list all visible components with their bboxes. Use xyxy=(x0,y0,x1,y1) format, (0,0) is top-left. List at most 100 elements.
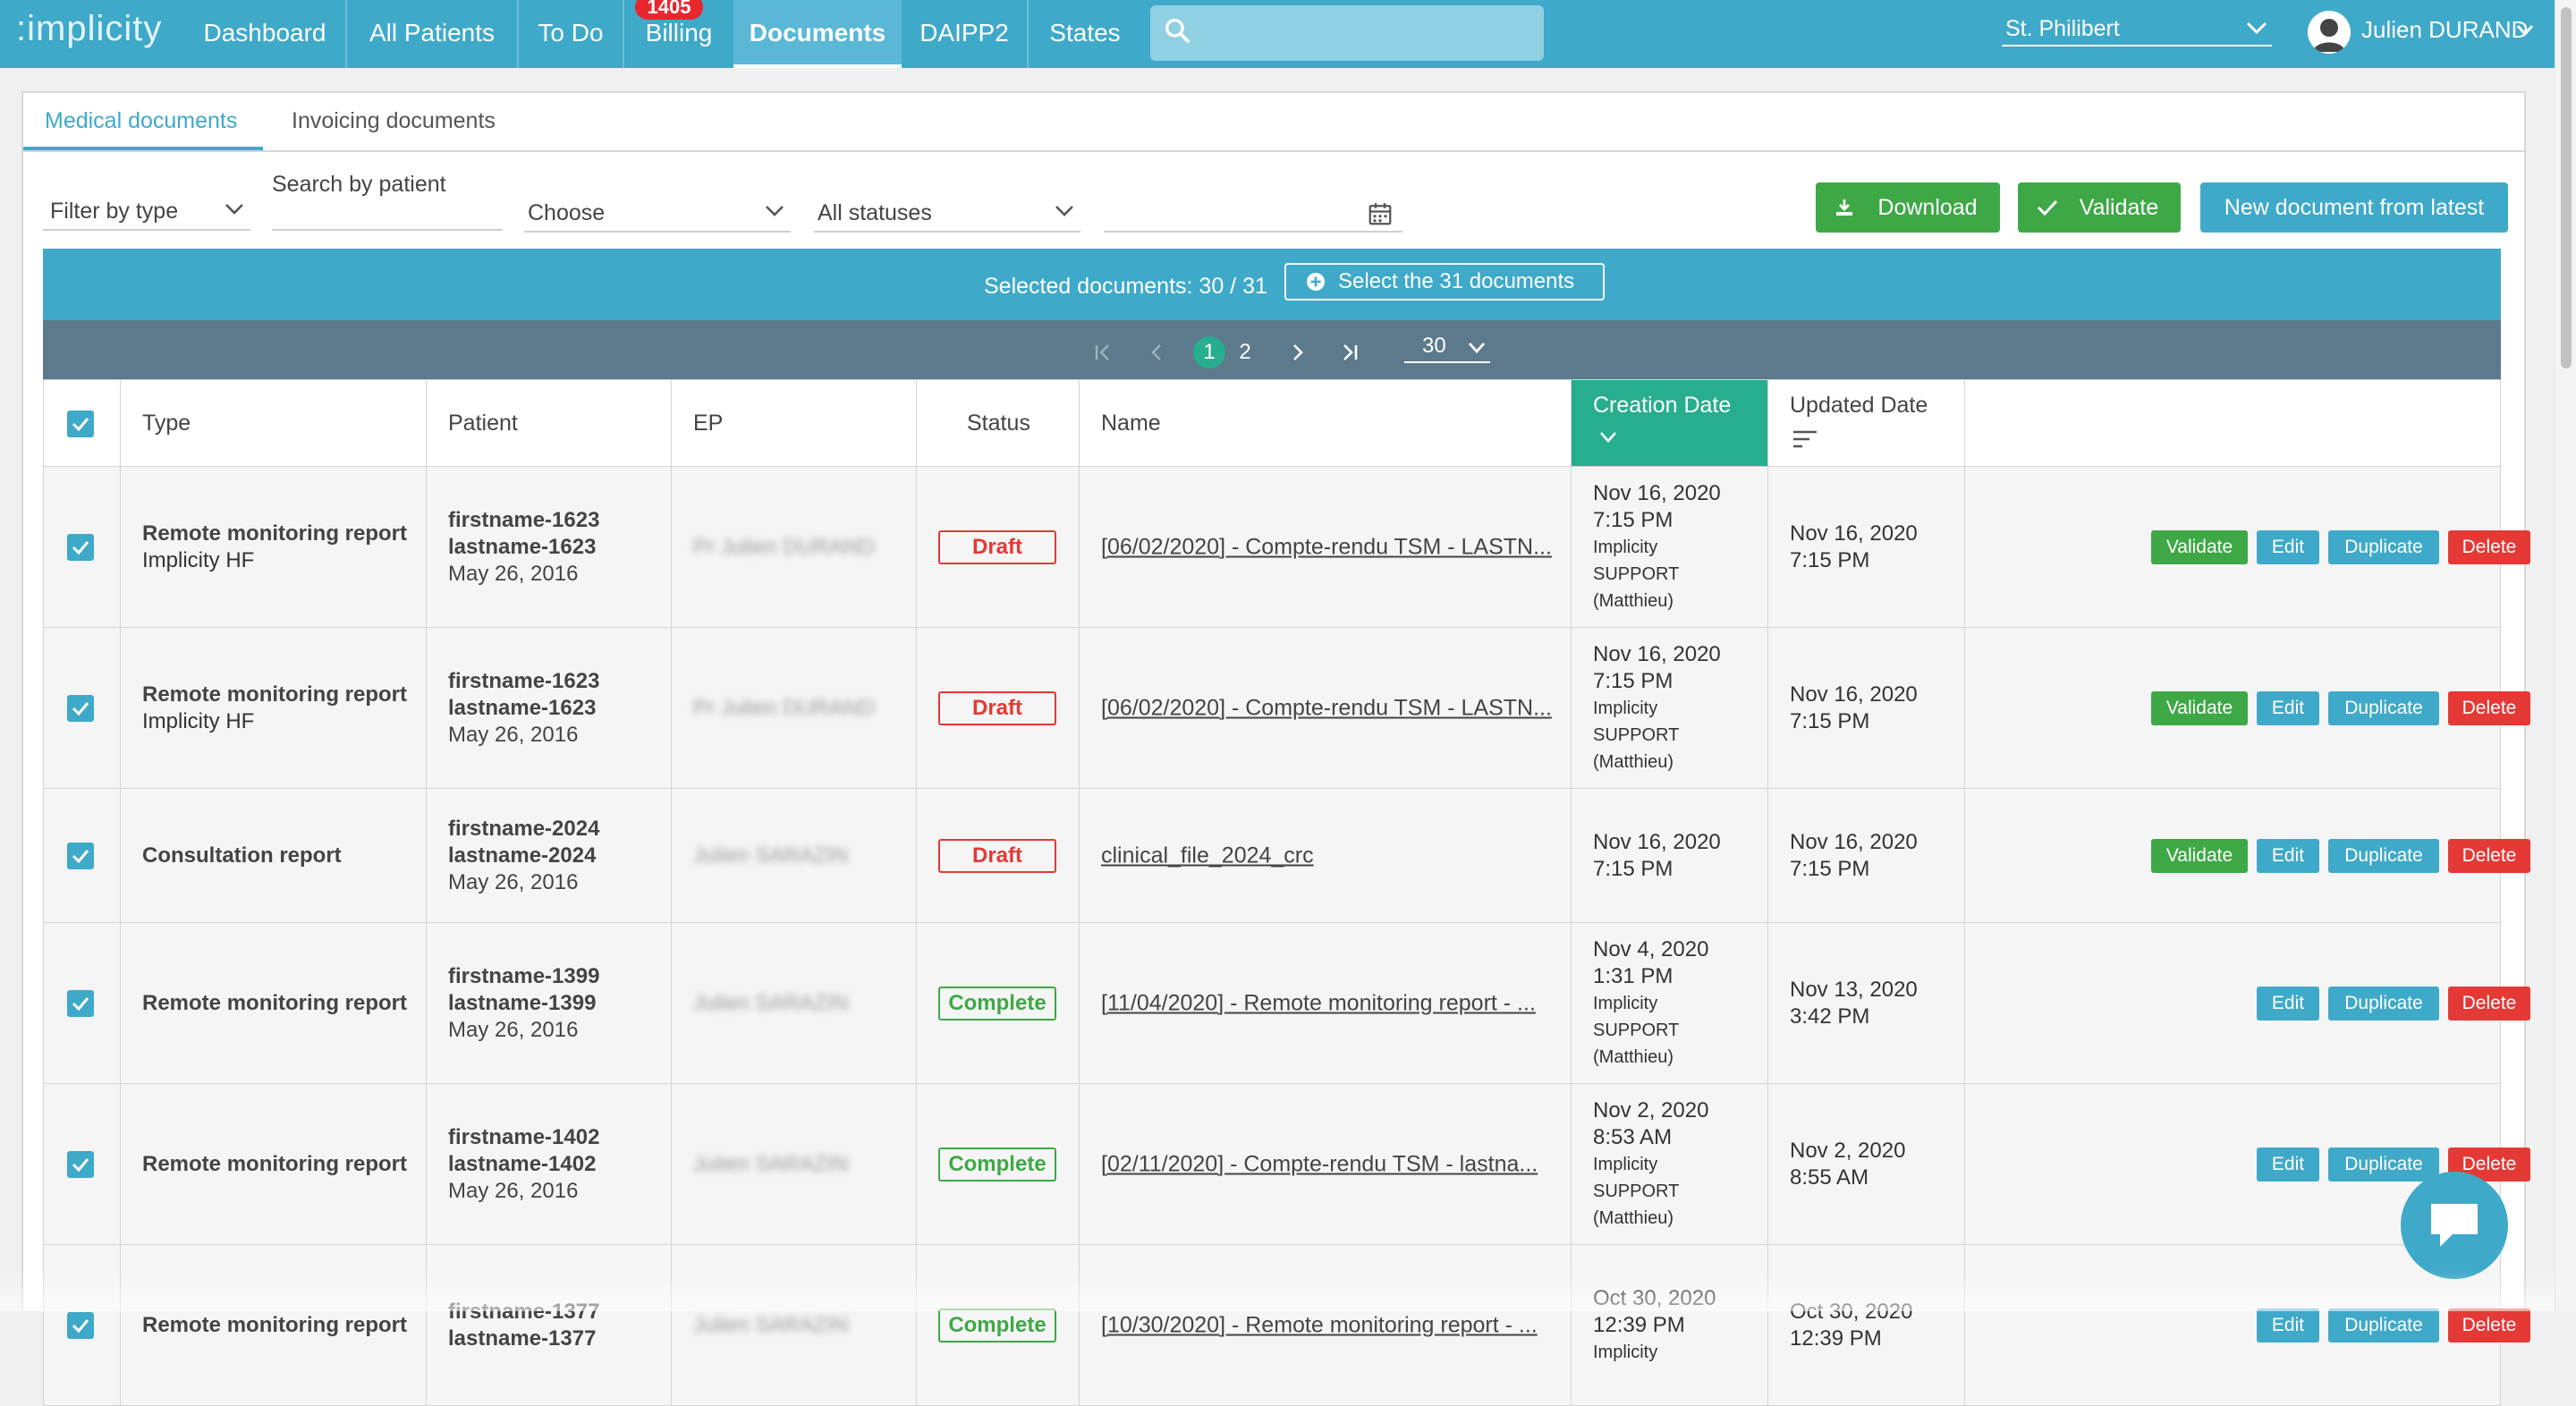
status-badge: Complete xyxy=(938,986,1056,1021)
row-duplicate-button[interactable]: Duplicate xyxy=(2328,529,2439,564)
row-delete-button[interactable]: Delete xyxy=(2448,986,2530,1021)
row-checkbox[interactable] xyxy=(67,989,94,1017)
row-actions-cell: Validate Edit Duplicate Delete xyxy=(1965,789,2530,922)
nav-dashboard[interactable]: Dashboard xyxy=(184,0,345,68)
chevron-down-icon[interactable] xyxy=(2515,23,2535,38)
header-patient[interactable]: Patient xyxy=(427,380,672,466)
header-creation-date[interactable]: Creation Date xyxy=(1572,380,1768,466)
header-ep[interactable]: EP xyxy=(672,380,917,466)
app-logo[interactable]: :implicity xyxy=(16,9,162,49)
row-delete-button[interactable]: Delete xyxy=(2448,838,2530,873)
row-delete-button[interactable]: Delete xyxy=(2448,1308,2530,1342)
patient-firstname[interactable]: firstname-1402 xyxy=(448,1124,599,1151)
download-icon xyxy=(1836,199,1852,216)
patient-lastname[interactable]: lastname-1623 xyxy=(448,534,599,561)
calendar-icon[interactable] xyxy=(1367,200,1394,227)
type-cell: Remote monitoring report Implicity HF xyxy=(121,628,427,788)
site-select[interactable]: St. Philibert xyxy=(2002,11,2272,47)
updated-date: Nov 16, 2020 xyxy=(1790,682,1918,707)
row-duplicate-button[interactable]: Duplicate xyxy=(2328,1147,2439,1182)
select-all-documents-button[interactable]: Select the 31 documents xyxy=(1284,263,1605,301)
check-icon xyxy=(72,1157,89,1172)
page-scrollbar[interactable] xyxy=(2555,0,2576,1311)
select-all-label: Select the 31 documents xyxy=(1338,269,1575,293)
row-duplicate-button[interactable]: Duplicate xyxy=(2328,986,2439,1021)
row-actions-cell: Edit Duplicate Delete xyxy=(1965,923,2530,1083)
row-duplicate-button[interactable]: Duplicate xyxy=(2328,1308,2439,1342)
row-duplicate-button[interactable]: Duplicate xyxy=(2328,838,2439,873)
row-checkbox[interactable] xyxy=(67,842,94,869)
row-checkbox[interactable] xyxy=(67,1311,94,1339)
patient-firstname[interactable]: firstname-1623 xyxy=(448,668,599,695)
choose-select[interactable]: Choose xyxy=(524,188,791,233)
status-filter-select[interactable]: All statuses xyxy=(814,188,1080,233)
row-select-cell xyxy=(44,1084,121,1244)
patient-firstname[interactable]: firstname-1399 xyxy=(448,963,599,990)
select-all-checkbox[interactable] xyxy=(67,411,94,437)
row-delete-button[interactable]: Delete xyxy=(2448,690,2530,725)
date-filter-field[interactable] xyxy=(1104,188,1402,233)
header-status[interactable]: Status xyxy=(917,380,1080,466)
document-name-link[interactable]: [10/30/2020] - Remote monitoring report … xyxy=(1101,1312,1538,1338)
document-name-link[interactable]: [06/02/2020] - Compte-rendu TSM - LASTN.… xyxy=(1101,534,1552,560)
row-edit-button[interactable]: Edit xyxy=(2257,1147,2319,1182)
patient-firstname[interactable]: firstname-2024 xyxy=(448,816,599,843)
row-validate-button[interactable]: Validate xyxy=(2151,690,2248,725)
tab-invoicing-documents[interactable]: Invoicing documents xyxy=(270,93,538,150)
row-checkbox[interactable] xyxy=(67,533,94,561)
previous-page-icon[interactable] xyxy=(1145,340,1170,365)
patient-firstname[interactable]: firstname-1377 xyxy=(448,1299,599,1326)
avatar[interactable] xyxy=(2308,11,2351,54)
header-type[interactable]: Type xyxy=(121,380,427,466)
next-page-icon[interactable] xyxy=(1284,340,1309,365)
row-edit-button[interactable]: Edit xyxy=(2257,838,2319,873)
chat-button[interactable] xyxy=(2401,1172,2508,1279)
page-1-button[interactable]: 1 xyxy=(1193,336,1225,368)
patient-firstname[interactable]: firstname-1623 xyxy=(448,507,599,534)
header-name[interactable]: Name xyxy=(1080,380,1572,466)
header-updated-date[interactable]: Updated Date xyxy=(1768,380,1965,466)
scrollbar-thumb[interactable] xyxy=(2561,7,2572,368)
page-2-button[interactable]: 2 xyxy=(1229,336,1261,368)
document-name-link[interactable]: [06/02/2020] - Compte-rendu TSM - LASTN.… xyxy=(1101,695,1552,721)
last-page-icon[interactable] xyxy=(1336,340,1361,365)
status-badge: Draft xyxy=(938,690,1056,725)
nav-states[interactable]: States xyxy=(1029,0,1141,68)
row-validate-button[interactable]: Validate xyxy=(2151,838,2248,873)
nav-documents[interactable]: Documents xyxy=(733,0,902,68)
patient-lastname[interactable]: lastname-1377 xyxy=(448,1326,599,1352)
tab-medical-documents[interactable]: Medical documents xyxy=(23,93,263,150)
validate-selected-button[interactable]: Validate xyxy=(2018,182,2181,233)
row-validate-button[interactable]: Validate xyxy=(2151,529,2248,564)
nav-all-patients[interactable]: All Patients xyxy=(347,0,517,68)
row-edit-button[interactable]: Edit xyxy=(2257,529,2319,564)
document-type: Remote monitoring report xyxy=(142,682,408,707)
patient-lastname[interactable]: lastname-1399 xyxy=(448,990,599,1017)
download-button[interactable]: Download xyxy=(1816,182,2000,233)
row-checkbox[interactable] xyxy=(67,1150,94,1178)
row-duplicate-button[interactable]: Duplicate xyxy=(2328,690,2439,725)
nav-to-do[interactable]: To Do xyxy=(519,0,623,68)
row-checkbox[interactable] xyxy=(67,694,94,722)
row-edit-button[interactable]: Edit xyxy=(2257,1308,2319,1342)
chevron-down-icon xyxy=(2246,21,2267,35)
row-edit-button[interactable]: Edit xyxy=(2257,690,2319,725)
first-page-icon[interactable] xyxy=(1091,340,1116,365)
patient-lastname[interactable]: lastname-2024 xyxy=(448,843,599,869)
new-document-button[interactable]: New document from latest xyxy=(2200,182,2508,233)
row-edit-button[interactable]: Edit xyxy=(2257,986,2319,1021)
row-delete-button[interactable]: Delete xyxy=(2448,529,2530,564)
user-menu-name[interactable]: Julien DURAND xyxy=(2361,16,2528,44)
status-filter-value: All statuses xyxy=(818,200,932,225)
global-search-input[interactable] xyxy=(1150,5,1544,61)
patient-lastname[interactable]: lastname-1402 xyxy=(448,1151,599,1178)
page-size-select[interactable]: 30 xyxy=(1404,331,1490,363)
patient-cell: firstname-1402 lastname-1402 May 26, 2016 xyxy=(427,1084,672,1244)
nav-daipp2[interactable]: DAIPP2 xyxy=(902,0,1027,68)
document-name-link[interactable]: [11/04/2020] - Remote monitoring report … xyxy=(1101,990,1536,1016)
document-name-link[interactable]: clinical_file_2024_crc xyxy=(1101,843,1314,868)
type-filter-select[interactable]: Filter by type xyxy=(43,188,250,231)
document-name-link[interactable]: [02/11/2020] - Compte-rendu TSM - lastna… xyxy=(1101,1151,1538,1177)
patient-search-field[interactable] xyxy=(272,186,503,231)
patient-lastname[interactable]: lastname-1623 xyxy=(448,695,599,722)
